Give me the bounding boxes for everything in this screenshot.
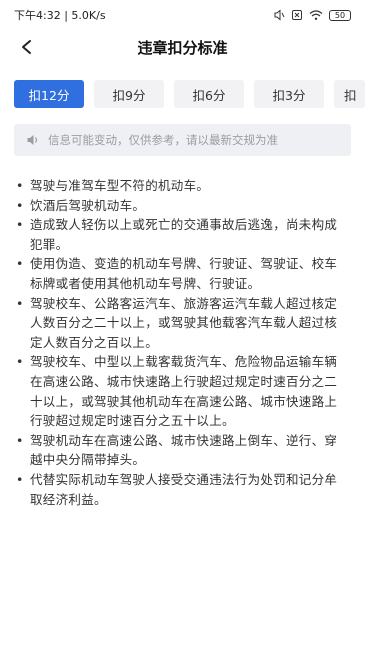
rules-list: 驾驶与准驾车型不符的机动车。 饮酒后驾驶机动车。 造成致人轻伤以上或死亡的交通事… bbox=[16, 176, 344, 509]
tab-label: 扣3分 bbox=[272, 87, 306, 103]
status-icons: 50 bbox=[273, 9, 351, 21]
list-item: 驾驶机动车在高速公路、城市快速路上倒车、逆行、穿越中央分隔带掉头。 bbox=[16, 431, 344, 470]
mute-icon bbox=[274, 9, 285, 21]
list-item: 驾驶校车、公路客运汽车、旅游客运汽车载人超过核定人数百分之二十以上，或驾驶其他载… bbox=[16, 294, 344, 353]
battery-level: 50 bbox=[334, 10, 346, 20]
list-item: 造成致人轻伤以上或死亡的交通事故后逃逸，尚未构成犯罪。 bbox=[16, 215, 344, 254]
list-item: 驾驶校车、中型以上载客载货汽车、危险物品运输车辆在高速公路、城市快速路上行驶超过… bbox=[16, 352, 344, 430]
list-item: 饮酒后驾驶机动车。 bbox=[16, 196, 344, 216]
wifi-icon bbox=[309, 10, 323, 20]
sim-off-icon bbox=[292, 10, 302, 20]
tab-deduct-3[interactable]: 扣3分 bbox=[254, 80, 324, 108]
status-time: 下午4:32 | 5.0K/s bbox=[14, 9, 106, 22]
page-title: 违章扣分标准 bbox=[137, 38, 228, 57]
notice-bar: 信息可能变动，仅供参考，请以最新交规为准 bbox=[14, 124, 351, 156]
tab-label: 扣 bbox=[344, 87, 357, 103]
notice-text: 信息可能变动，仅供参考，请以最新交规为准 bbox=[48, 133, 278, 147]
list-item: 使用伪造、变造的机动车号牌、行驶证、驾驶证、校车标牌或者使用其他机动车号牌、行驶… bbox=[16, 254, 344, 293]
tab-label: 扣9分 bbox=[112, 87, 146, 103]
status-bar: 下午4:32 | 5.0K/s 50 bbox=[0, 0, 365, 30]
list-item: 驾驶与准驾车型不符的机动车。 bbox=[16, 176, 344, 196]
tab-label: 扣12分 bbox=[28, 87, 70, 103]
back-button[interactable] bbox=[14, 34, 40, 60]
list-item: 代替实际机动车驾驶人接受交通违法行为处罚和记分牟取经济利益。 bbox=[16, 470, 344, 509]
deduction-tabs: 扣12分 扣9分 扣6分 扣3分 扣 bbox=[14, 80, 365, 108]
back-arrow-icon bbox=[22, 40, 31, 54]
tab-deduct-12[interactable]: 扣12分 bbox=[14, 80, 84, 108]
tab-label: 扣6分 bbox=[192, 87, 226, 103]
speaker-icon bbox=[27, 135, 38, 145]
tab-deduct-9[interactable]: 扣9分 bbox=[94, 80, 164, 108]
battery-icon: 50 bbox=[329, 9, 351, 21]
header: 违章扣分标准 bbox=[0, 30, 365, 64]
tab-partial[interactable]: 扣 bbox=[334, 80, 365, 108]
tab-deduct-6[interactable]: 扣6分 bbox=[174, 80, 244, 108]
